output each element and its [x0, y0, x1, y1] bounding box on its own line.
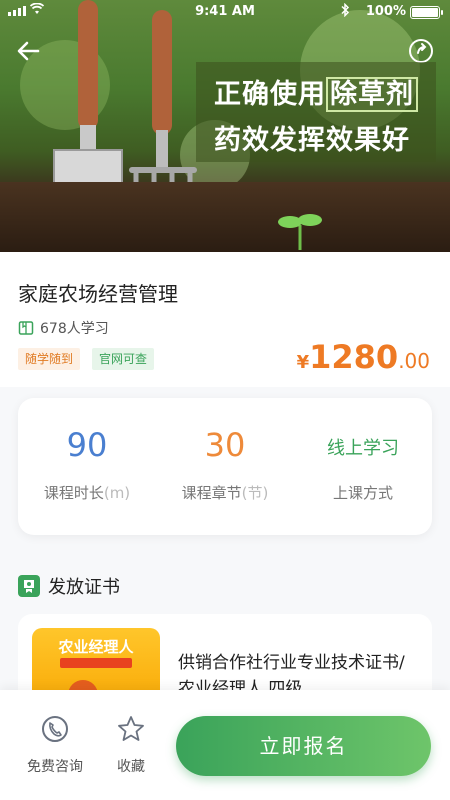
- promo-banner: 正确使用 除草剂 药效发挥效果好: [196, 62, 436, 162]
- banner-line-1: 正确使用 除草剂: [214, 72, 418, 112]
- book-icon: [18, 321, 34, 335]
- phone-consult-icon: [42, 716, 68, 742]
- course-info: 家庭农场经营管理 678人学习 随学随到 官网可查 ¥1280.00: [0, 252, 450, 387]
- soil-ground: [0, 182, 450, 252]
- price-symbol: ¥: [296, 352, 310, 373]
- stat-mode-value: 线上学习: [327, 438, 399, 459]
- certificate-image-title: 农业经理人: [58, 638, 134, 656]
- share-icon: [409, 39, 433, 63]
- arrow-left-icon: [17, 41, 40, 61]
- course-title: 家庭农场经营管理: [18, 282, 178, 306]
- stat-chapters-label: 课程章节(节): [181, 484, 269, 502]
- stat-duration-label: 课程时长(m): [43, 484, 131, 502]
- back-button[interactable]: [14, 36, 44, 66]
- bottom-action-bar: 免费咨询 收藏 立即报名: [0, 690, 450, 800]
- free-consult-button[interactable]: 免费咨询: [20, 714, 90, 776]
- stat-mode-label: 上课方式: [332, 484, 393, 502]
- learners-text: 678人学习: [40, 321, 109, 337]
- free-consult-label: 免费咨询: [27, 759, 83, 775]
- battery-icon: [410, 6, 443, 19]
- status-bar: 9:41 AM 100%: [0, 0, 450, 24]
- stat-duration-value: 90: [66, 426, 108, 464]
- tag-flexible: 随学随到: [18, 348, 81, 370]
- star-icon: [118, 716, 144, 741]
- share-button[interactable]: [408, 38, 434, 64]
- battery-percentage: 100%: [365, 4, 406, 19]
- tag-verifiable: 官网可查: [92, 348, 155, 370]
- stats-card: 90 课程时长(m) 30 课程章节(节) 线上学习 上课方式: [18, 398, 432, 535]
- favorite-button[interactable]: 收藏: [96, 714, 166, 776]
- hero-banner-image: 9:41 AM 100% 正确使用 除草剂 药效发挥效果好: [0, 0, 450, 252]
- price-decimal: .00: [398, 349, 430, 373]
- certificate-icon: [18, 575, 40, 597]
- certificate-section-title: 发放证书: [48, 577, 120, 598]
- seedling-illustration: [278, 214, 322, 250]
- banner-highlight: 除草剂: [326, 77, 418, 112]
- stat-chapters-value: 30: [204, 426, 246, 464]
- bluetooth-icon: [340, 2, 350, 20]
- price-integer: 1280: [309, 338, 399, 376]
- enroll-button[interactable]: 立即报名: [176, 716, 431, 776]
- certificate-heading: 发放证书: [18, 573, 120, 599]
- banner-line-2: 药效发挥效果好: [214, 125, 410, 156]
- favorite-label: 收藏: [117, 759, 145, 775]
- certificate-image-ribbon: [60, 658, 132, 668]
- course-price: ¥1280.00: [297, 338, 430, 376]
- learners-count: 678人学习: [18, 318, 109, 338]
